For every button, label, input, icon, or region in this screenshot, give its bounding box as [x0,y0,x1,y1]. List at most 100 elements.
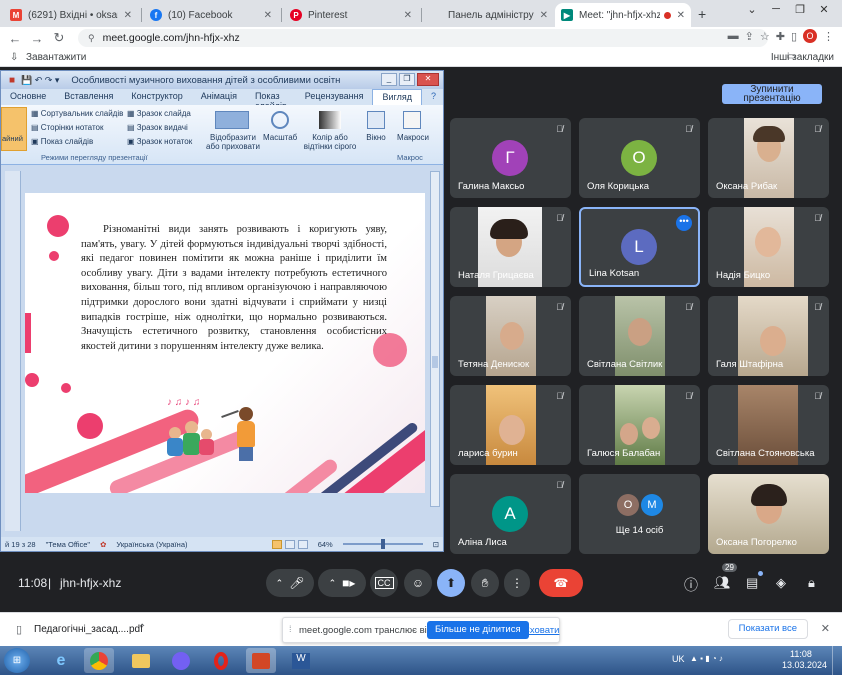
info-icon[interactable]: ⓘ [684,575,698,595]
normal-view-icon[interactable] [271,539,282,549]
close-icon[interactable]: ✕ [264,10,272,21]
participant-tile[interactable]: 🎙̸ Надія Бицко [708,207,829,287]
chevron-up-icon[interactable]: ⌃ [276,578,284,589]
normal-view-button[interactable]: айний [1,107,27,151]
participant-tile-active[interactable]: L ••• Lina Kotsan [579,207,700,287]
microphone-button[interactable]: ⌃ 🎤︎ [266,569,314,597]
spellcheck-icon[interactable]: ✿ [100,540,106,549]
scrollbar-thumb[interactable] [432,356,438,368]
camera-in-use-icon[interactable]: ▬ [728,30,739,42]
powerpoint-taskbar-button[interactable] [246,648,276,673]
handout-master-button[interactable]: ▤ Зразок видачі [127,123,188,132]
minimize-icon[interactable]: _ [381,73,397,86]
chevron-up-icon[interactable]: ⌃ [329,578,337,589]
camera-button[interactable]: ⌃ ■▸ [318,569,366,597]
chevron-up-icon[interactable]: ⌃ [138,623,146,634]
close-icon[interactable]: ✕ [677,10,685,21]
drag-handle-icon[interactable]: ⁞ [289,624,292,634]
start-button[interactable]: ⊞ [4,648,30,673]
language-indicator[interactable]: UK [672,654,685,664]
vertical-scrollbar[interactable] [430,171,440,507]
menu-dots-icon[interactable]: ⋮ [823,30,834,43]
close-icon[interactable]: ✕ [821,622,830,635]
sorter-view-icon[interactable] [284,539,295,549]
close-window-icon[interactable]: ✕ [812,0,836,18]
chrome-taskbar-button[interactable] [84,648,114,673]
tab-admin-panel[interactable]: Панель адміністрування ✕ [424,3,554,27]
participant-tile[interactable]: Г 🎙̸ Галина Максьо [450,118,571,198]
tab-facebook[interactable]: f (10) Facebook ✕ [144,3,278,27]
participant-tile[interactable]: 🎙̸ лариса бурин [450,385,571,465]
other-bookmarks[interactable]: Інші закладки [771,52,834,63]
host-controls-icon[interactable]: 🔒︎ [808,575,815,591]
site-info-icon[interactable]: ⚲ [88,33,95,44]
participant-tile[interactable]: 🎙̸ Галюся Балабан [579,385,700,465]
explorer-taskbar-button[interactable] [126,648,156,673]
slideshow-button[interactable]: ▣ Показ слайдів [31,137,93,146]
more-options-icon[interactable]: ••• [676,215,692,231]
close-window-icon[interactable]: ✕ [417,73,439,86]
download-filename[interactable]: Педагогічні_засад....pdf [34,624,143,635]
restore-icon[interactable]: ❐ [399,73,415,86]
tab-gmail[interactable]: M (6291) Вхідні • oksanapogo ✕ [4,3,138,27]
stop-presenting-button[interactable]: Зупинити презентацію [722,84,822,104]
participant-tile[interactable]: 🎙̸ Світлана Світлик [579,296,700,376]
close-icon[interactable]: ✕ [540,10,548,21]
slideshow-view-icon[interactable] [297,539,308,549]
new-tab-button[interactable]: + [698,6,706,22]
profile-avatar[interactable]: O [803,29,817,43]
tray-icons[interactable]: ▲ ▪ ▮ ◔ ♪ [690,654,723,663]
restore-icon[interactable]: ❐ [788,0,812,18]
tab-design[interactable]: Конструктор [122,89,191,105]
sidebar-icon[interactable]: ▯ [791,30,797,43]
viber-taskbar-button[interactable] [166,648,196,673]
tab-animation[interactable]: Анімація [192,89,246,105]
raise-hand-button[interactable]: ✋︎ [471,569,499,597]
show-desktop-button[interactable] [832,646,842,675]
participant-tile[interactable]: О 🎙̸ Оля Корицька [579,118,700,198]
close-icon[interactable]: ✕ [404,10,412,21]
star-icon[interactable]: ☆ [760,30,770,43]
help-icon[interactable]: ? [422,89,445,105]
quick-access-icons[interactable]: 💾 ↶ ↷ ▾ [21,75,59,86]
opera-taskbar-button[interactable] [206,648,236,673]
slide[interactable]: Різноманітні види занять розвивають і ко… [25,193,425,493]
more-options-button[interactable]: ⋮ [504,569,530,597]
participant-tile[interactable]: А 🎙̸ Аліна Лиса [450,474,571,554]
chat-icon[interactable]: ▤ [746,575,758,591]
share-icon[interactable]: ⇪ [745,30,754,43]
tab-meet[interactable]: ▶ Meet: "jhn-hfjx-xhz" ✕ [555,3,691,27]
powerpoint-window[interactable]: ■ 💾 ↶ ↷ ▾ Особливості музичного вихованн… [0,70,444,552]
present-button[interactable]: ⬆ [437,569,465,597]
participant-tile[interactable]: 🎙̸ Галя Штафірна [708,296,829,376]
more-participants-tile[interactable]: О М Ще 14 осіб [579,474,700,554]
tab-home[interactable]: Основне [1,89,55,105]
participant-tile[interactable]: 🎙̸ Наталя Грицаєва [450,207,571,287]
participant-tile[interactable]: 🎙̸ Оксана Рибак [708,118,829,198]
close-icon[interactable]: ✕ [124,10,132,21]
slide-sorter-button[interactable]: ▦ Сортувальник слайдів [31,109,123,118]
minimize-icon[interactable]: ─ [764,0,788,18]
ie-taskbar-button[interactable]: e [46,648,76,673]
address-bar[interactable]: ⚲ meet.google.com/jhn-hfjx-xhz [78,29,768,47]
chevron-down-icon[interactable]: ⌄ [740,0,764,18]
slider-thumb[interactable] [380,539,385,549]
tab-insert[interactable]: Вставлення [55,89,122,105]
stop-sharing-button[interactable]: Більше не ділитися [427,621,529,639]
activities-icon[interactable]: ◈ [776,575,786,591]
tab-review[interactable]: Рецензування [296,89,373,105]
leave-call-button[interactable]: ☎ [539,569,583,597]
participant-tile[interactable]: 🎙̸ Світлана Стояновська [708,385,829,465]
zoom-slider[interactable] [342,539,423,549]
reload-icon[interactable]: ↻ [48,30,70,46]
tab-view[interactable]: Вигляд [372,89,422,105]
word-taskbar-button[interactable]: W [286,648,316,673]
bookmark-item[interactable]: Завантажити [26,52,86,63]
people-icon[interactable]: 👥︎ [714,575,731,591]
extensions-icon[interactable]: ✚ [776,30,785,43]
hide-link[interactable]: Сховати [523,625,559,636]
back-arrow-icon[interactable]: ← [4,31,26,46]
fit-slide-icon[interactable]: ⊡ [433,540,439,549]
emoji-button[interactable]: ☺ [404,569,432,597]
notes-master-button[interactable]: ▣ Зразок нотаток [127,137,192,146]
